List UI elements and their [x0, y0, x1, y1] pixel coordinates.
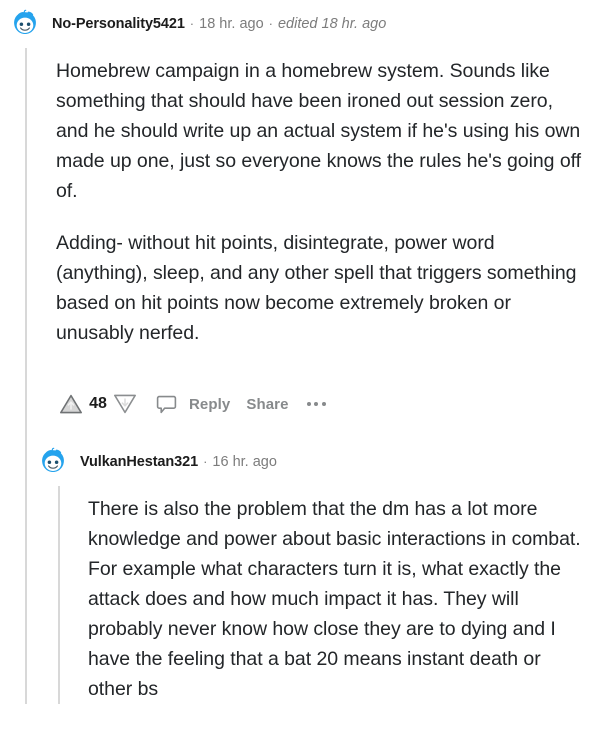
- comment-paragraph: Homebrew campaign in a homebrew system. …: [56, 60, 582, 202]
- meta-separator: ·: [268, 15, 273, 31]
- comment-bubble-icon[interactable]: [140, 394, 181, 415]
- comment-paragraph: There is also the problem that the dm ha…: [88, 498, 581, 700]
- downvote-arrow-icon[interactable]: [110, 390, 140, 418]
- comment-header: No-Personality5421 · 18 hr. ago · edited…: [0, 0, 592, 48]
- comment-edited-label: edited 18 hr. ago: [277, 15, 387, 32]
- comment-author[interactable]: VulkanHestan321: [80, 455, 198, 470]
- meta-separator: ·: [189, 15, 195, 31]
- comment-vulkanhestan321: VulkanHestan321 · 16 hr. ago There is al…: [0, 438, 592, 704]
- comment-paragraph: Adding- without hit points, disintegrate…: [56, 232, 577, 344]
- comment-no-personality5421: No-Personality5421 · 18 hr. ago · edited…: [0, 0, 592, 438]
- vote-score: 48: [89, 395, 107, 412]
- comment-body: Homebrew campaign in a homebrew system. …: [0, 48, 592, 438]
- reddit-snoo-avatar[interactable]: [36, 445, 70, 479]
- comment-meta: VulkanHestan321 · 16 hr. ago: [80, 455, 277, 470]
- comment-author[interactable]: No-Personality5421: [52, 17, 185, 32]
- more-options-icon[interactable]: [297, 390, 336, 418]
- comment-header: VulkanHestan321 · 16 hr. ago: [0, 438, 592, 486]
- reply-button[interactable]: Reply: [181, 390, 238, 418]
- share-button[interactable]: Share: [238, 390, 296, 418]
- vote-group: 48: [56, 390, 140, 418]
- comment-thread: No-Personality5421 · 18 hr. ago · edited…: [0, 0, 592, 704]
- reddit-snoo-avatar[interactable]: [8, 7, 42, 41]
- thread-line-depth-2[interactable]: [58, 486, 60, 704]
- thread-line-depth-1-continuation: [25, 430, 27, 492]
- comment-timestamp: 16 hr. ago: [212, 453, 277, 470]
- comment-timestamp: 18 hr. ago: [199, 15, 264, 32]
- upvote-arrow-icon[interactable]: [56, 390, 86, 418]
- thread-line-depth-1[interactable]: [25, 48, 27, 438]
- comment-action-bar: 48 Reply Share: [56, 384, 584, 424]
- comment-meta: No-Personality5421 · 18 hr. ago · edited…: [52, 17, 386, 32]
- comment-body: There is also the problem that the dm ha…: [0, 486, 592, 704]
- meta-separator: ·: [203, 453, 208, 469]
- thread-line-depth-1[interactable]: [25, 486, 27, 704]
